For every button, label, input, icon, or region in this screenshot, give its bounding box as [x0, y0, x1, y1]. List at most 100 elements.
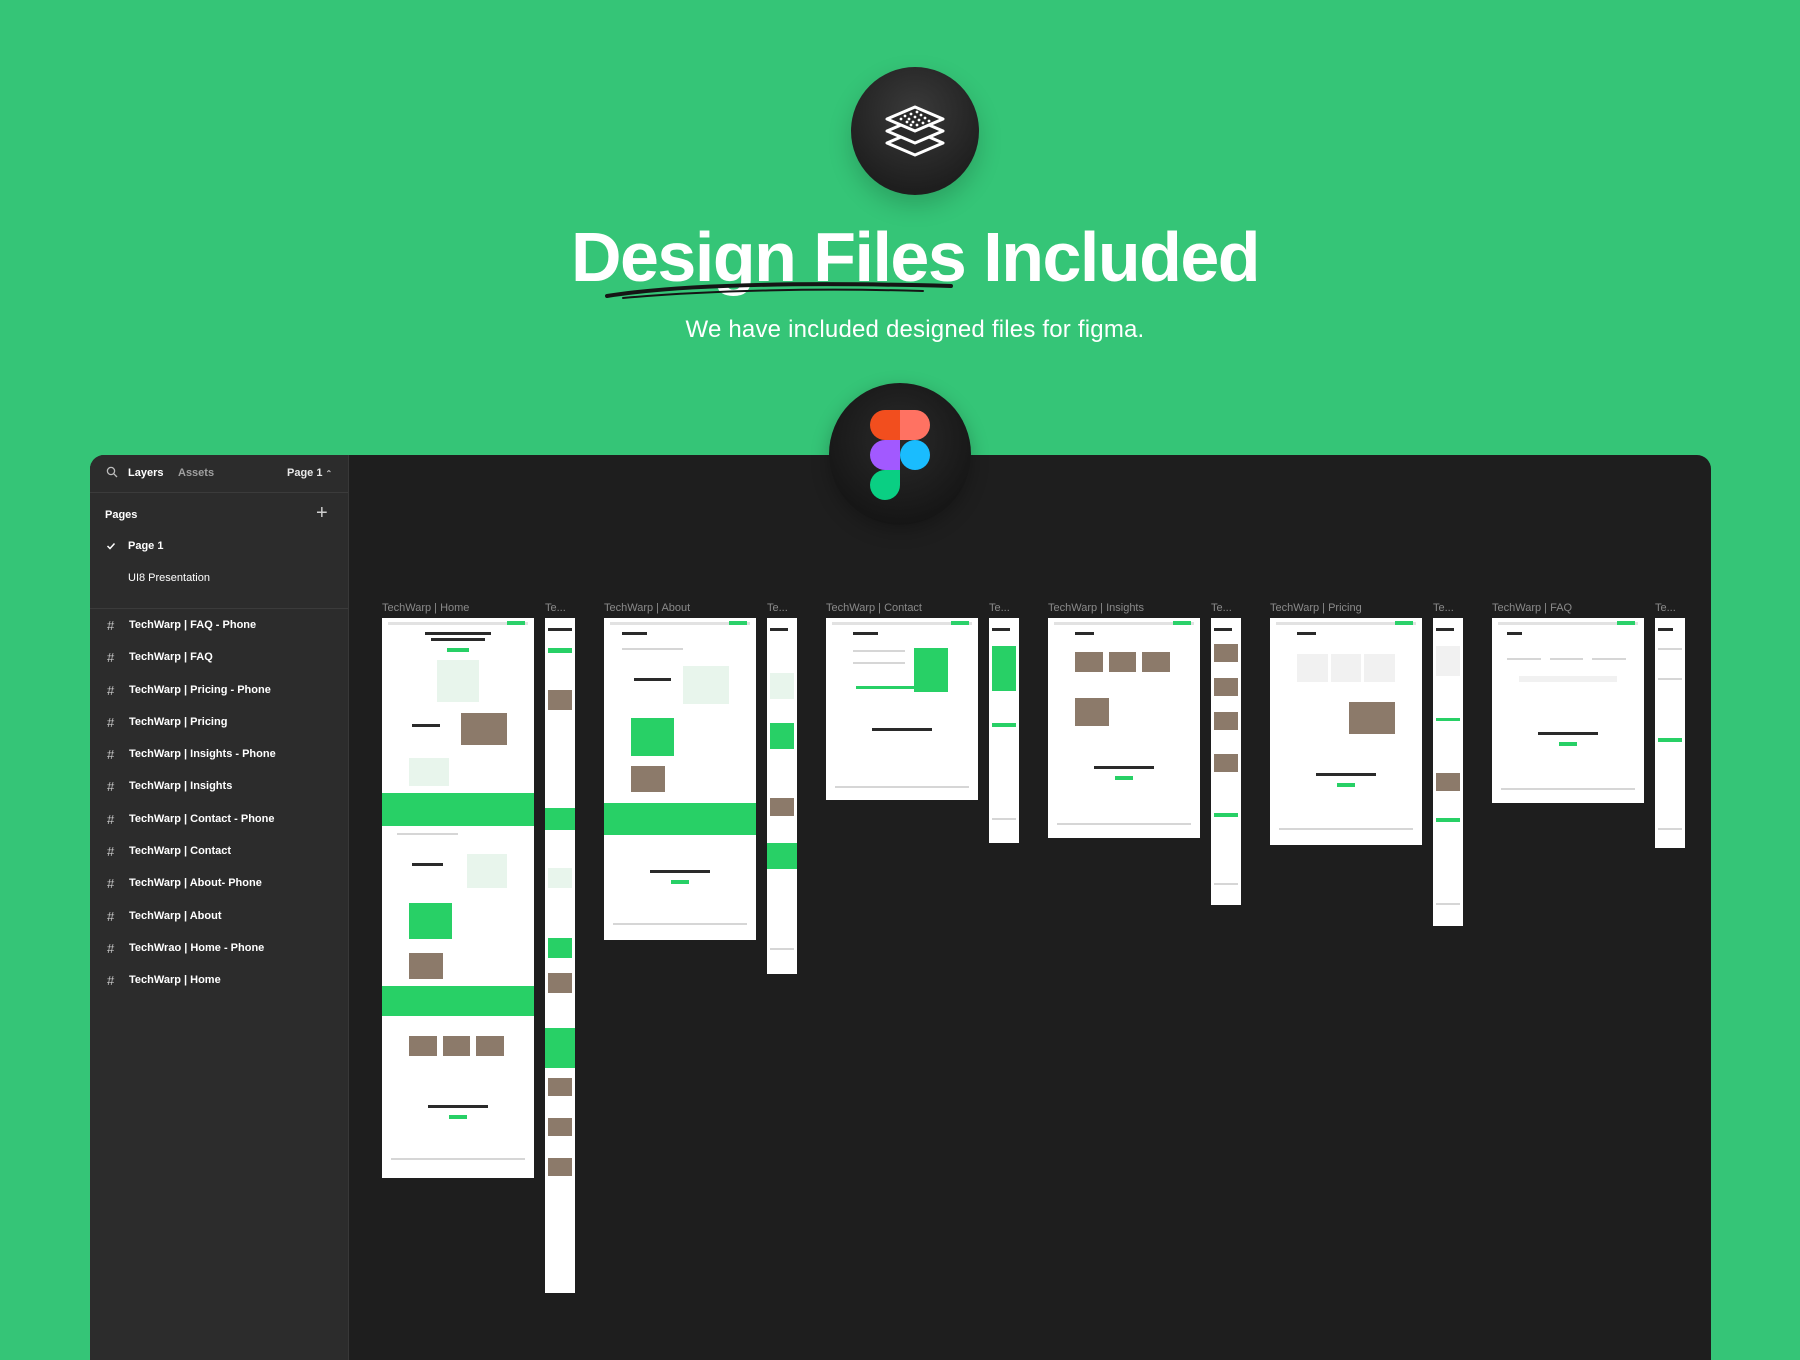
layer-row[interactable]: # TechWarp | FAQ - Phone	[90, 608, 348, 640]
frame-image	[1214, 644, 1238, 662]
frame-contact-phone[interactable]	[989, 618, 1019, 843]
tab-assets[interactable]: Assets	[178, 467, 214, 479]
frame-label-home[interactable]: TechWarp | Home	[382, 602, 469, 614]
layer-row[interactable]: # TechWarp | About	[90, 899, 348, 931]
search-icon[interactable]	[106, 466, 118, 478]
layer-name: TechWarp | Insights	[129, 780, 233, 793]
frame-heading	[1093, 766, 1155, 769]
frame-faq[interactable]	[1492, 618, 1644, 803]
layer-row[interactable]: # TechWarp | FAQ	[90, 640, 348, 672]
frame-illustration	[683, 666, 729, 704]
frame-heading	[1297, 632, 1316, 635]
layer-row[interactable]: # TechWarp | Pricing	[90, 705, 348, 737]
frame-label-faq-phone[interactable]: Te...	[1655, 602, 1676, 614]
layers-stack-icon	[851, 67, 979, 195]
frame-pricing-phone[interactable]	[1433, 618, 1463, 926]
frame-text-line	[1658, 678, 1682, 680]
frame-button	[1114, 776, 1134, 780]
frame-contact[interactable]	[826, 618, 978, 800]
frame-insights-phone[interactable]	[1211, 618, 1241, 905]
frame-heading	[871, 728, 933, 731]
pages-section: Pages + Page 1 UI8 Presentation	[90, 493, 348, 609]
frame-button	[1436, 818, 1460, 822]
frame-label-faq[interactable]: TechWarp | FAQ	[1492, 602, 1572, 614]
layer-row[interactable]: # TechWarp | Contact - Phone	[90, 802, 348, 834]
layer-row[interactable]: # TechWrao | Home - Phone	[90, 931, 348, 963]
frame-heading	[1537, 732, 1599, 735]
frame-nav-button	[1172, 621, 1191, 625]
frame-about[interactable]	[604, 618, 756, 940]
frame-footer	[1658, 828, 1682, 830]
frame-image	[1436, 773, 1460, 791]
frame-footer	[391, 1158, 525, 1160]
tab-layers[interactable]: Layers	[128, 467, 163, 479]
frame-label-about-phone[interactable]: Te...	[767, 602, 788, 614]
frame-green-band	[545, 808, 575, 830]
frame-nav-button	[506, 621, 525, 625]
frame-illustration	[548, 868, 572, 888]
layer-name: TechWarp | Pricing - Phone	[129, 683, 271, 696]
frame-label-insights-phone[interactable]: Te...	[1211, 602, 1232, 614]
layer-name: TechWrao | Home - Phone	[129, 941, 265, 954]
frame-heading	[1214, 628, 1232, 631]
frame-button	[992, 723, 1016, 727]
frame-icon: #	[107, 747, 115, 763]
frame-nav-button	[1616, 621, 1635, 625]
layer-row[interactable]: # TechWarp | Insights	[90, 769, 348, 801]
frame-label-insights[interactable]: TechWarp | Insights	[1048, 602, 1144, 614]
frame-footer	[1214, 883, 1238, 885]
frame-green-card	[631, 718, 674, 756]
frame-image	[548, 690, 572, 710]
frame-green-band	[604, 803, 756, 835]
frame-heading	[424, 632, 492, 635]
frame-icon: #	[107, 908, 115, 924]
canvas[interactable]: TechWarp | Home Te... TechWarp | About T…	[348, 455, 1711, 1360]
frame-green-card	[770, 723, 794, 749]
frame-image	[1108, 652, 1137, 672]
layer-row[interactable]: # TechWarp | Insights - Phone	[90, 737, 348, 769]
frame-heading	[412, 724, 440, 727]
frame-heading	[1315, 773, 1377, 776]
layer-row[interactable]: # TechWarp | Pricing - Phone	[90, 673, 348, 705]
pages-title: Pages	[105, 509, 138, 521]
frame-icon: #	[107, 682, 115, 698]
add-page-icon[interactable]: +	[316, 503, 328, 523]
frame-illustration	[770, 673, 794, 699]
layer-name: TechWarp | Contact - Phone	[129, 812, 275, 825]
frame-label-about[interactable]: TechWarp | About	[604, 602, 690, 614]
frame-pricing[interactable]	[1270, 618, 1422, 845]
frame-icon: #	[107, 876, 115, 892]
frame-image	[1214, 712, 1238, 730]
frame-footer	[992, 818, 1016, 820]
frame-green-band	[382, 793, 534, 826]
layer-name: TechWarp | About- Phone	[129, 877, 262, 890]
frame-label-contact-phone[interactable]: Te...	[989, 602, 1010, 614]
frame-faq-phone[interactable]	[1655, 618, 1685, 848]
frame-home[interactable]	[382, 618, 534, 1178]
page-item-page-1[interactable]: Page 1	[128, 540, 163, 552]
page-selector[interactable]: Page 1 ⌃	[287, 467, 332, 479]
frame-image	[631, 766, 665, 792]
frame-footer	[613, 923, 747, 925]
frame-button	[1658, 738, 1682, 742]
frame-label-pricing-phone[interactable]: Te...	[1433, 602, 1454, 614]
frame-button	[1214, 813, 1238, 817]
frame-button	[1336, 783, 1356, 787]
chevron-up-icon: ⌃	[325, 469, 333, 478]
frame-image	[1349, 702, 1395, 734]
frame-home-phone[interactable]	[545, 618, 575, 1293]
page-item-ui8-presentation[interactable]: UI8 Presentation	[128, 572, 210, 584]
frame-label-pricing[interactable]: TechWarp | Pricing	[1270, 602, 1362, 614]
layer-row[interactable]: # TechWarp | Contact	[90, 834, 348, 866]
frame-label-contact[interactable]: TechWarp | Contact	[826, 602, 922, 614]
layers-list: # TechWarp | FAQ - Phone # TechWarp | FAQ …	[90, 608, 348, 996]
frame-heading	[649, 870, 711, 873]
layer-name: TechWarp | Insights - Phone	[129, 748, 276, 761]
frame-heading	[992, 628, 1010, 631]
frame-heading	[430, 638, 486, 641]
layer-row[interactable]: # TechWarp | About- Phone	[90, 866, 348, 898]
layer-row[interactable]: # TechWarp | Home	[90, 963, 348, 995]
frame-about-phone[interactable]	[767, 618, 797, 974]
frame-insights[interactable]	[1048, 618, 1200, 838]
frame-label-home-phone[interactable]: Te...	[545, 602, 566, 614]
